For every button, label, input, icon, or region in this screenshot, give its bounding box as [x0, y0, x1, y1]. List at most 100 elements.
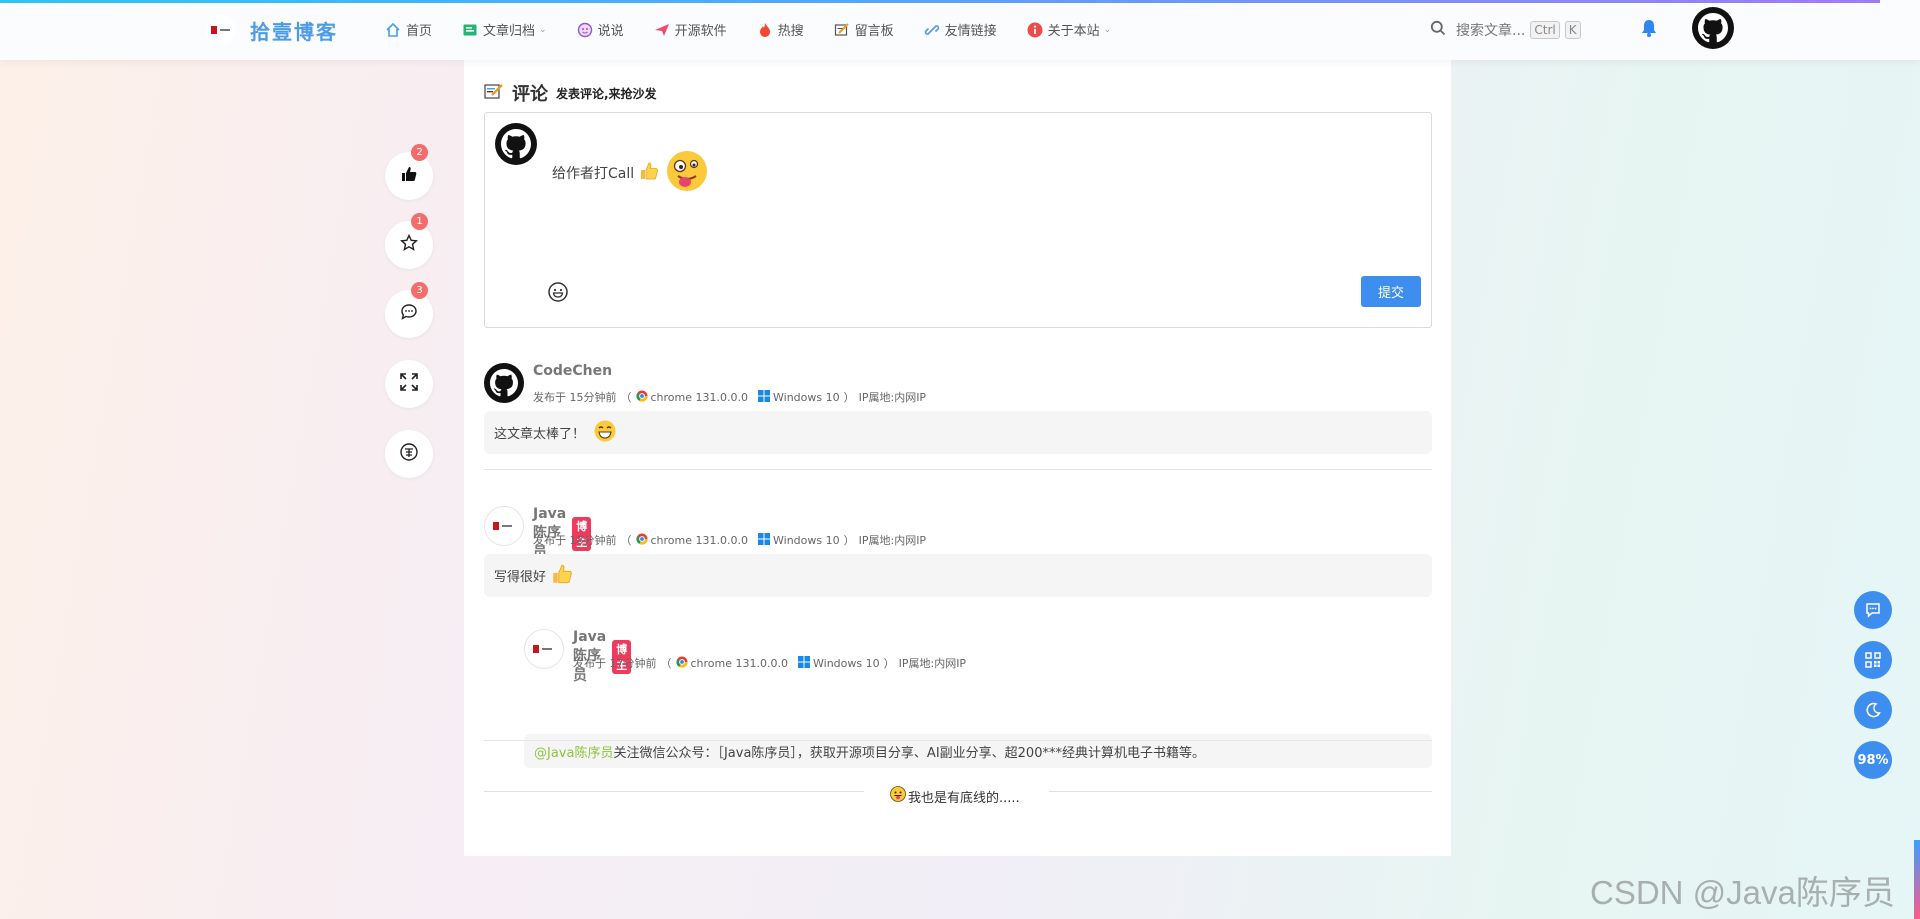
github-icon — [490, 369, 518, 397]
editor-text: 给作者打Call — [552, 166, 635, 182]
reward-button[interactable] — [385, 430, 433, 478]
scrollbar[interactable] — [1914, 840, 1920, 919]
thumbs-up-icon — [400, 165, 418, 187]
fire-icon — [757, 22, 773, 38]
reward-icon — [399, 442, 419, 466]
chevron-down-icon: ⌄ — [1103, 24, 1112, 35]
comment-os: Windows 10 — [773, 390, 840, 404]
nav-item-hot[interactable]: 热搜 — [757, 20, 804, 39]
chat-icon — [1866, 603, 1880, 618]
comment-time: 发布于 15分钟前 — [533, 391, 617, 404]
comment-meta: 发布于 18分钟前 （ chrome 131.0.0.0 Windows 10 … — [533, 532, 927, 548]
nav-item-message-board[interactable]: 留言板 — [834, 20, 894, 39]
nav-label: 热搜 — [777, 24, 804, 39]
fullscreen-button[interactable] — [385, 360, 433, 408]
qrcode-button[interactable] — [1854, 641, 1892, 679]
favorite-count-badge: 1 — [411, 213, 428, 230]
link-icon — [924, 22, 940, 38]
windows-icon — [758, 389, 770, 405]
search-icon — [1430, 20, 1446, 40]
chevron-down-icon: ⌄ — [539, 24, 547, 35]
qrcode-icon — [1865, 652, 1881, 668]
star-icon — [399, 233, 419, 256]
comments-header: 评论 发表评论,来抢沙发 — [484, 80, 657, 106]
comment-ip: IP属地:内网IP — [858, 534, 927, 547]
reply-os: Windows 10 — [813, 656, 880, 670]
reply-browser: chrome 131.0.0.0 — [690, 656, 789, 670]
reply-text: 关注微信公众号：［Java陈序员］，获取开源项目分享、AI副业分享、超200**… — [613, 745, 1205, 761]
shortcut-k-key: K — [1564, 21, 1581, 39]
comment-text: 写得很好 — [494, 570, 547, 585]
chat-button[interactable] — [1854, 591, 1892, 629]
favorite-button[interactable]: 1 — [385, 213, 433, 269]
user-avatar[interactable] — [1692, 7, 1734, 49]
windows-icon — [758, 532, 770, 548]
site-logo[interactable] — [206, 15, 236, 45]
emoji-picker-button[interactable] — [547, 281, 569, 307]
comment-divider — [484, 740, 1432, 741]
replier-avatar[interactable] — [524, 629, 564, 669]
comments-card: 评论 发表评论,来抢沙发 给作者打Call 提交 CodeChen 发布于 15… — [464, 60, 1451, 856]
nav-label: 友情链接 — [944, 24, 997, 39]
comment-body: 这文章太棒了！ — [484, 411, 1432, 454]
nav-item-archive[interactable]: 文章归档 ⌄ — [462, 20, 547, 39]
comment-button[interactable]: 3 — [385, 282, 433, 338]
dark-mode-toggle[interactable] — [1854, 691, 1892, 729]
nav-item-open-source[interactable]: 开源软件 — [654, 20, 727, 39]
chrome-icon — [635, 533, 648, 548]
thumbs-up-emoji-icon — [638, 160, 660, 186]
reply-mention[interactable]: @Java陈序员 — [534, 742, 613, 761]
like-button[interactable]: 2 — [385, 144, 433, 200]
comment-edit-icon — [484, 82, 504, 104]
nav-label: 首页 — [406, 24, 433, 39]
reply-meta: 发布于 17分钟前 （ chrome 131.0.0.0 Windows 10 … — [573, 655, 967, 671]
reply-ip: IP属地:内网IP — [898, 657, 967, 670]
comment-item: Java陈序员 博主 发布于 18分钟前 （ chrome 131.0.0.0 … — [484, 506, 1432, 597]
commenter-avatar[interactable] — [484, 363, 524, 403]
search-placeholder: 搜索文章... — [1456, 23, 1526, 39]
nav-label: 留言板 — [854, 24, 894, 39]
home-icon — [385, 22, 401, 38]
comment-divider — [484, 469, 1432, 470]
comment-browser: chrome 131.0.0.0 — [650, 390, 749, 404]
site-name[interactable]: 拾壹博客 — [250, 16, 338, 45]
submit-button[interactable]: 提交 — [1361, 276, 1421, 307]
comment-browser: chrome 131.0.0.0 — [650, 533, 749, 547]
comment-editor[interactable]: 给作者打Call 提交 — [484, 112, 1432, 328]
main-nav: 首页 文章归档 ⌄ 说说 开源软件 热搜 留言板 友情链接 关于本站 ⌄ — [385, 20, 1141, 39]
comment-text: 这文章太棒了！ — [494, 427, 586, 442]
shortcut-ctrl-key: Ctrl — [1530, 21, 1560, 39]
comment-meta: 发布于 15分钟前 （ chrome 131.0.0.0 Windows 10 … — [533, 389, 927, 405]
nav-label: 说说 — [597, 24, 624, 39]
notification-bell-icon[interactable] — [1640, 18, 1658, 42]
site-header: 拾壹博客 首页 文章归档 ⌄ 说说 开源软件 热搜 留言板 友情链接 关于本站 … — [0, 0, 1920, 60]
windows-icon — [798, 655, 810, 671]
watermark: CSDN @Java陈序员 — [1590, 874, 1895, 911]
reply-time: 发布于 17分钟前 — [573, 657, 657, 670]
paper-plane-icon — [654, 22, 670, 38]
commenter-avatar[interactable] — [484, 506, 524, 546]
commenter-name[interactable]: CodeChen — [533, 363, 612, 379]
archive-icon — [462, 22, 478, 38]
nav-label: 开源软件 — [674, 24, 727, 39]
scroll-progress-button[interactable]: 98% — [1854, 741, 1892, 779]
nav-item-friend-links[interactable]: 友情链接 — [924, 20, 997, 39]
grin-emoji-icon — [593, 419, 617, 447]
comments-title: 评论 — [512, 84, 548, 105]
nav-item-about[interactable]: 关于本站 ⌄ — [1027, 20, 1112, 39]
nav-item-home[interactable]: 首页 — [385, 20, 432, 39]
nav-item-talk[interactable]: 说说 — [577, 20, 624, 39]
message-board-icon — [834, 22, 850, 38]
brand[interactable]: 拾壹博客 — [206, 15, 338, 45]
comment-time: 发布于 18分钟前 — [533, 534, 617, 547]
expand-icon — [399, 372, 419, 396]
smiley-icon — [548, 282, 568, 302]
tongue-emoji-icon — [890, 786, 906, 806]
chrome-icon — [635, 390, 648, 405]
end-of-list: 我也是有底线的..... — [890, 786, 1020, 806]
nav-label: 文章归档 — [483, 24, 536, 39]
search-box[interactable]: 搜索文章... Ctrl K — [1430, 20, 1581, 40]
editor-content[interactable]: 给作者打Call — [552, 148, 710, 198]
info-icon — [1027, 22, 1043, 38]
github-icon — [501, 129, 531, 159]
